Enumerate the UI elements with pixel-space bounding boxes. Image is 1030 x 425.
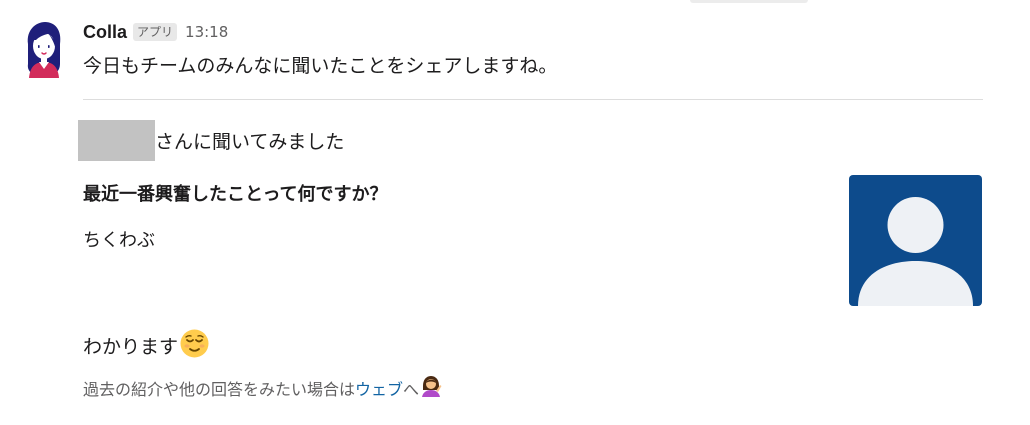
redacted-name [78,120,155,161]
message-intro: 今日もチームのみんなに聞いたことをシェアしますね。 [83,55,558,77]
answer-text: ちくわぶ [83,230,155,251]
app-badge: アプリ [133,23,178,41]
person-tipping-hand-icon [420,375,442,401]
reaction-line: わかります [83,328,210,363]
colla-avatar[interactable] [20,20,68,78]
message-header: Colla アプリ 13:18 [83,20,228,44]
sender-name[interactable]: Colla [83,22,127,43]
relieved-face-icon [179,328,210,363]
asked-person-label: さんに聞いてみました [155,131,345,153]
default-user-icon [858,197,973,306]
profile-image[interactable] [849,175,982,306]
web-link[interactable]: ウェブ [355,376,403,400]
reaction-text: わかります [83,336,179,358]
footer-note: 過去の紹介や他の回答をみたい場合は ウェブ へ [83,375,442,401]
footer-suffix: へ [403,380,420,399]
girl-avatar-icon [27,22,61,78]
scroll-edge [690,0,808,3]
message-timestamp[interactable]: 13:18 [185,23,228,41]
question-text: 最近一番興奮したことって何ですか？ [83,184,388,205]
footer-text: 過去の紹介や他の回答をみたい場合は [83,380,356,399]
message-divider [83,99,983,100]
